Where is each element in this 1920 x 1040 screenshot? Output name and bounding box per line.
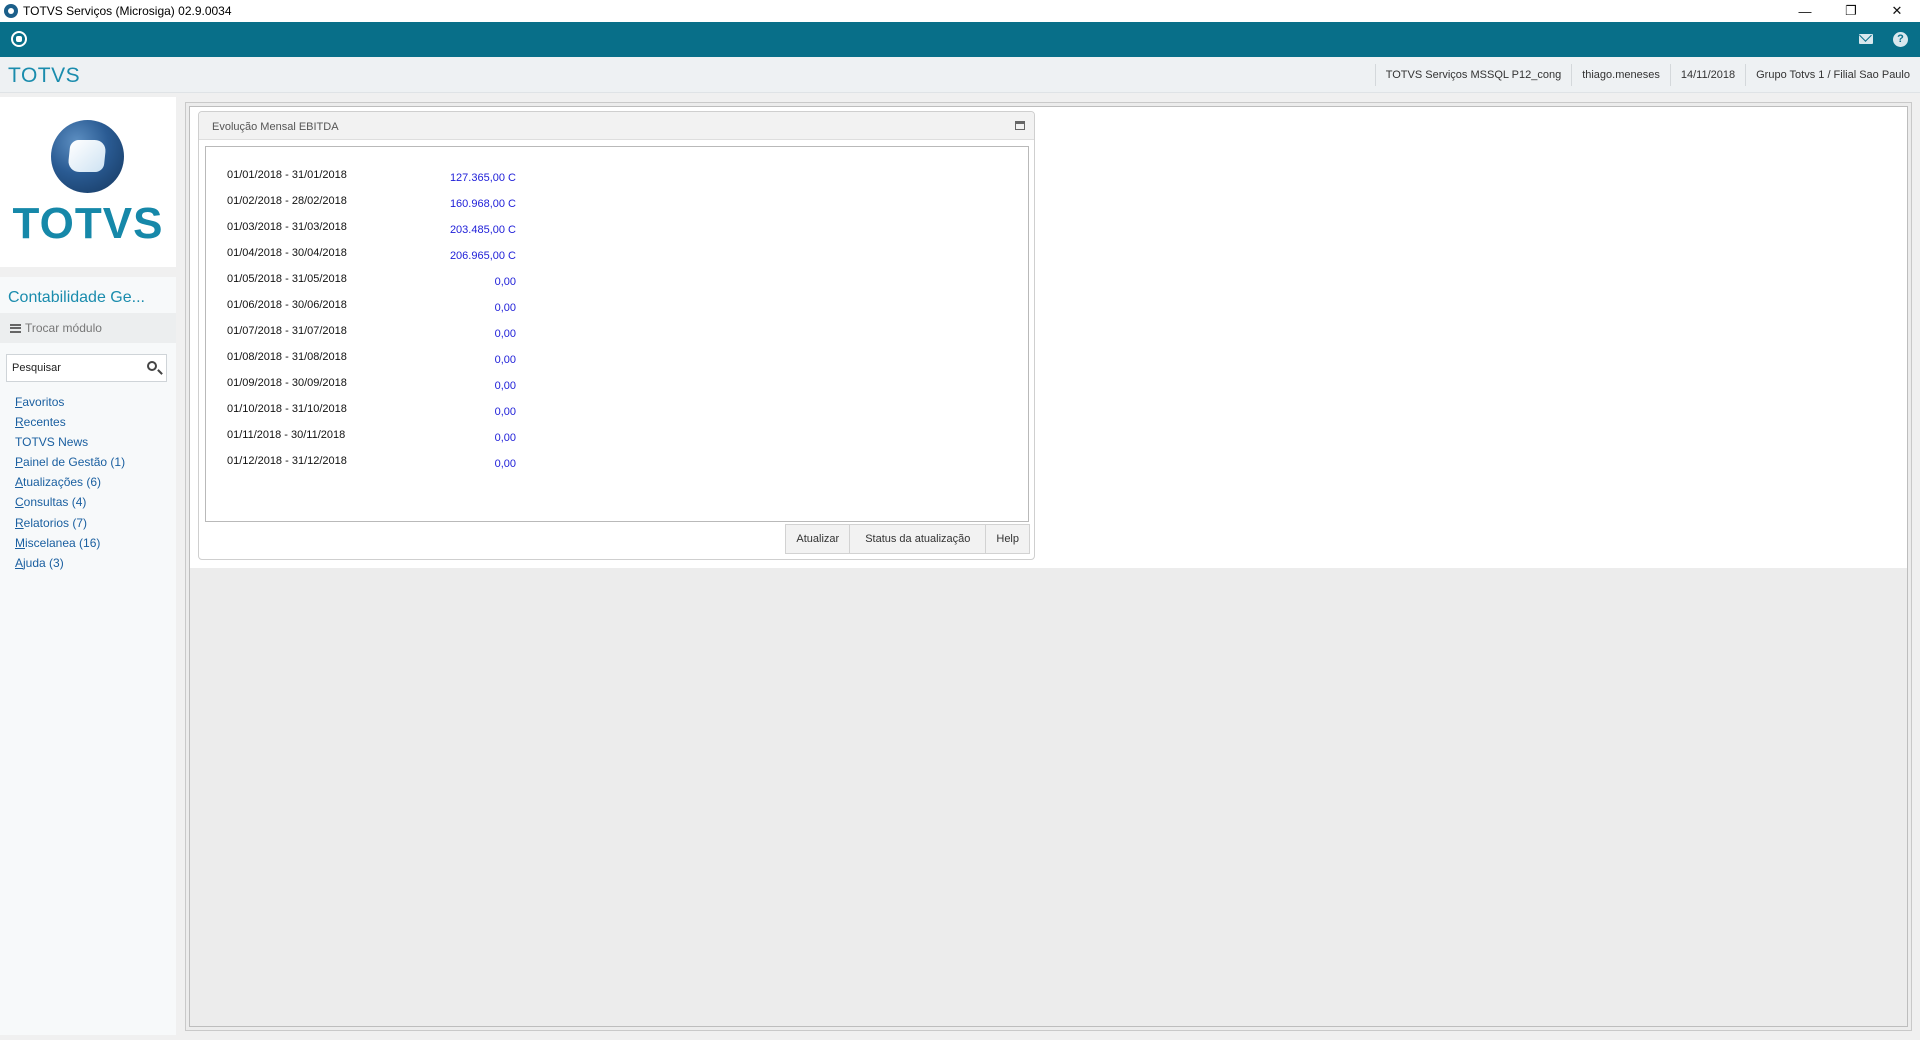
session-info: TOTVS Serviços MSSQL P12_cong thiago.men… [1374, 57, 1920, 93]
window-controls: — ❐ ✕ [1782, 0, 1920, 22]
menu-item-totvs-news[interactable]: TOTVS News [15, 432, 125, 452]
top-toolbar: ? [0, 22, 1920, 57]
period-label: 01/04/2018 - 30/04/2018 [227, 247, 347, 259]
list-item: 01/12/2018 - 31/12/2018 0,00 [206, 455, 1028, 479]
search-input[interactable] [12, 362, 142, 374]
close-button[interactable]: ✕ [1874, 0, 1920, 22]
mail-icon[interactable] [1859, 34, 1873, 44]
period-label: 01/12/2018 - 31/12/2018 [227, 455, 347, 467]
menu-item-consultas[interactable]: Consultas (4) [15, 492, 125, 512]
amount-value: 0,00 [494, 328, 516, 340]
totvs-globe-logo [51, 120, 124, 193]
module-title: Contabilidade Ge... [8, 289, 145, 306]
company-branch-label[interactable]: Grupo Totvs 1 / Filial Sao Paulo [1745, 64, 1920, 86]
menu-item-recentes[interactable]: Recentes [15, 412, 125, 432]
period-label: 01/06/2018 - 30/06/2018 [227, 299, 347, 311]
period-label: 01/09/2018 - 30/09/2018 [227, 377, 347, 389]
panel-title: Evolução Mensal EBITDA [212, 121, 339, 133]
panel-buttons: Atualizar Status da atualização Help [785, 524, 1030, 554]
amount-value: 0,00 [494, 302, 516, 314]
sidebar: TOTVS Contabilidade Ge... Trocar módulo … [0, 97, 176, 1035]
menu-item-ajuda[interactable]: Ajuda (3) [15, 553, 125, 573]
list-item: 01/04/2018 - 30/04/2018 206.965,00 C [206, 247, 1028, 271]
amount-value: 0,00 [494, 354, 516, 366]
help-icon[interactable]: ? [1893, 32, 1908, 47]
period-label: 01/11/2018 - 30/11/2018 [227, 429, 346, 441]
amount-value: 0,00 [494, 276, 516, 288]
header-bar: TOTVS TOTVS Serviços MSSQL P12_cong thia… [0, 57, 1920, 93]
panel-header: Evolução Mensal EBITDA [199, 112, 1034, 140]
menu-item-relatorios[interactable]: Relatorios (7) [15, 513, 125, 533]
list-item: 01/05/2018 - 31/05/2018 0,00 [206, 273, 1028, 297]
search-box [6, 354, 167, 382]
ebitda-list: 01/01/2018 - 31/01/2018 127.365,00 C 01/0… [205, 146, 1029, 522]
totvs-wordmark: TOTVS [12, 199, 164, 248]
period-label: 01/01/2018 - 31/01/2018 [227, 169, 347, 181]
totvs-home-icon[interactable] [11, 31, 27, 47]
amount-value: 160.968,00 C [449, 198, 516, 210]
amount-value: 0,00 [494, 380, 516, 392]
period-label: 01/10/2018 - 31/10/2018 [227, 403, 347, 415]
amount-value: 0,00 [494, 432, 516, 444]
period-label: 01/08/2018 - 31/08/2018 [227, 351, 347, 363]
amount-value: 206.965,00 C [449, 250, 516, 262]
list-item: 01/02/2018 - 28/02/2018 160.968,00 C [206, 195, 1028, 219]
period-label: 01/05/2018 - 31/05/2018 [227, 273, 347, 285]
search-icon[interactable] [147, 361, 157, 371]
amount-value: 127.365,00 C [449, 172, 516, 184]
list-item: 01/03/2018 - 31/03/2018 203.485,00 C [206, 221, 1028, 245]
minimize-panel-icon[interactable] [1015, 121, 1025, 130]
amount-value: 0,00 [494, 458, 516, 470]
window-title: TOTVS Serviços (Microsiga) 02.9.0034 [23, 4, 232, 18]
amount-value: 0,00 [494, 406, 516, 418]
list-item: 01/01/2018 - 31/01/2018 127.365,00 C [206, 169, 1028, 193]
refresh-button[interactable]: Atualizar [785, 524, 850, 554]
logo-panel: TOTVS [0, 97, 176, 267]
switch-module-label: Trocar módulo [25, 321, 102, 335]
window-title-bar: TOTVS Serviços (Microsiga) 02.9.0034 — ❐… [0, 0, 1920, 22]
menu-item-miscelanea[interactable]: Miscelanea (16) [15, 533, 125, 553]
brand-title: TOTVS [8, 64, 81, 87]
list-item: 01/09/2018 - 30/09/2018 0,00 [206, 377, 1028, 401]
list-item: 01/10/2018 - 31/10/2018 0,00 [206, 403, 1028, 427]
ebitda-widget-panel: Evolução Mensal EBITDA 01/01/2018 - 31/0… [198, 111, 1035, 560]
help-button[interactable]: Help [985, 524, 1030, 554]
period-label: 01/03/2018 - 31/03/2018 [227, 221, 347, 233]
amount-value: 203.485,00 C [449, 224, 516, 236]
list-item: 01/06/2018 - 30/06/2018 0,00 [206, 299, 1028, 323]
period-label: 01/02/2018 - 28/02/2018 [227, 195, 347, 207]
module-menu: Favoritos Recentes TOTVS News Painel de … [15, 392, 125, 573]
app-icon [4, 4, 18, 18]
period-label: 01/07/2018 - 31/07/2018 [227, 325, 347, 337]
minimize-button[interactable]: — [1782, 0, 1828, 22]
menu-item-favoritos[interactable]: Favoritos [15, 392, 125, 412]
list-item: 01/08/2018 - 31/08/2018 0,00 [206, 351, 1028, 375]
list-item: 01/07/2018 - 31/07/2018 0,00 [206, 325, 1028, 349]
module-panel: Contabilidade Ge... Trocar módulo Favori… [0, 277, 176, 1035]
environment-label[interactable]: TOTVS Serviços MSSQL P12_cong [1374, 64, 1571, 86]
menu-item-atualizacoes[interactable]: Atualizações (6) [15, 472, 125, 492]
date-label[interactable]: 14/11/2018 [1669, 64, 1745, 86]
switch-module-button[interactable]: Trocar módulo [0, 313, 176, 343]
menu-item-painel-de-gestao[interactable]: Painel de Gestão (1) [15, 452, 125, 472]
update-status-button[interactable]: Status da atualização [849, 524, 986, 554]
hamburger-menu-icon [10, 323, 21, 333]
user-label[interactable]: thiago.meneses [1571, 64, 1670, 86]
list-item: 01/11/2018 - 30/11/2018 0,00 [206, 429, 1028, 453]
restore-button[interactable]: ❐ [1828, 0, 1874, 22]
